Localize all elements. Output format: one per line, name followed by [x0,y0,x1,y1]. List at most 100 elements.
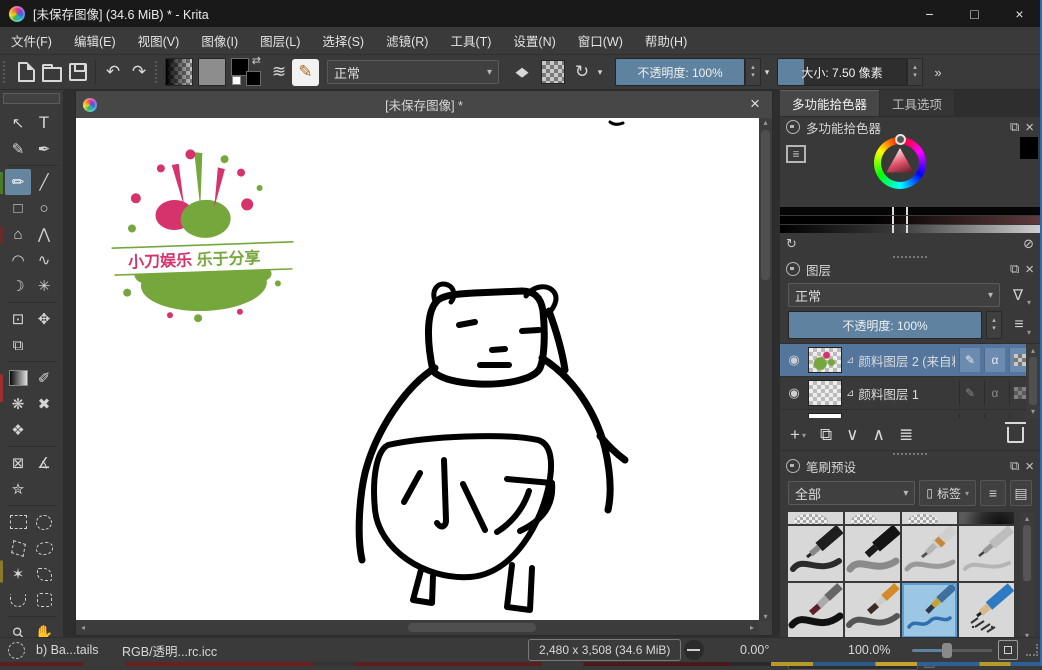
brush-preset-preview[interactable] [8,638,25,662]
tab-tool-options[interactable]: 工具选项 [879,90,954,116]
preset-menu-button[interactable]: ≡ [980,480,1006,506]
menu-window[interactable]: 窗口(W) [567,31,634,50]
move-layer-down-button[interactable]: ∨ [846,425,858,445]
reload-preset-button[interactable]: ↻ [569,59,595,85]
layer-row-paint2[interactable]: ◉ ⊿ 颜料图层 2 (来自粘贴) ✎ α [780,344,1030,377]
tool-gradient[interactable] [5,365,31,391]
brush-preset-thumbnail[interactable] [845,526,900,581]
tool-dynamic-brush[interactable]: ☽ [5,273,31,299]
spin-down-icon[interactable]: ▾ [913,72,917,80]
docker-lock-icon[interactable] [786,262,800,276]
scroll-right-icon[interactable]: ▸ [745,623,759,632]
blending-mode-combo[interactable]: 正常 ▾ [327,60,499,84]
eraser-mode-button[interactable]: ◆ [509,62,535,82]
layer-lock-icon[interactable]: ✎ [959,381,980,405]
shade-bar-1[interactable] [780,207,1040,215]
layer-row-paint1[interactable]: ◉ ⊿ 颜料图层 1 ✎ α [780,377,1030,410]
opacity-spinner[interactable]: ▴ ▾ [745,58,761,86]
layer-lock-icon[interactable] [959,414,980,418]
brush-size-spinner[interactable]: ▴ ▾ [907,58,923,86]
fg-bg-color-widget[interactable]: ⇄ [230,57,262,87]
no-color-icon[interactable]: ⊘ [1023,236,1034,252]
docker-lock-icon[interactable] [786,459,800,473]
tool-rectangle[interactable]: □ [5,195,31,221]
canvas-close-icon[interactable]: × [744,91,766,117]
swap-colors-icon[interactable]: ⇄ [252,54,261,67]
statusbar-color-profile[interactable]: RGB/透明...rc.icc [122,638,217,662]
brush-preset-thumbnail-selected[interactable] [902,583,957,638]
tool-edit-shapes[interactable]: ✎ [5,136,31,162]
brush-preset-thumbnail[interactable] [902,512,957,524]
save-button[interactable] [65,59,91,85]
brush-preset-thumbnail[interactable] [902,526,957,581]
shade-bar-2[interactable] [780,216,1040,224]
layer-menu-button[interactable]: ≡ ▾ [1006,313,1032,337]
float-docker-icon[interactable]: ⧉ [1010,261,1019,277]
close-docker-icon[interactable]: × [1025,119,1034,136]
tool-ellipse[interactable]: ○ [31,195,57,221]
tool-bezier-curve[interactable]: ◠ [5,247,31,273]
layer-list-scrollbar[interactable]: ▴ ▾ [1026,344,1040,418]
tool-fill[interactable]: ❖ [5,417,31,443]
spin-down-icon[interactable]: ▾ [992,325,996,333]
hscroll-thumb[interactable] [408,623,536,632]
layer-row-background[interactable]: ◉ ⊿ 背景 α [780,410,1030,418]
display-config-button[interactable]: ▤ [1010,480,1032,506]
canvas[interactable]: 小刀娱乐 乐于分享 [76,118,759,621]
statusbar-image-size[interactable]: 2,480 x 3,508 (34.6 MiB) [528,638,681,662]
undo-button[interactable]: ↶ [100,59,126,85]
tool-freehand-brush[interactable]: ✏ [5,169,31,195]
layer-visibility-icon[interactable]: ◉ [784,385,804,401]
layer-thumbnail[interactable] [808,347,842,373]
color-wheel[interactable] [874,137,926,189]
tool-poly-select[interactable] [5,535,31,561]
color-history-bars[interactable] [780,207,1040,234]
float-docker-icon[interactable]: ⧉ [1010,119,1019,135]
new-document-button[interactable] [13,59,39,85]
layer-name[interactable]: 颜料图层 1 [858,384,955,403]
hsv-triangle[interactable] [883,146,917,180]
float-docker-icon[interactable]: ⧉ [1010,458,1019,474]
shade-bar-3[interactable] [780,225,1040,233]
canvas-vscrollbar[interactable]: ▴ ▾ [759,118,772,621]
menu-view[interactable]: 视图(V) [127,31,191,50]
layer-visibility-icon[interactable]: ◉ [784,352,804,368]
close-button[interactable]: × [997,0,1042,27]
zoom-slider[interactable] [912,638,992,662]
scroll-up-icon[interactable]: ▴ [1027,346,1040,355]
hue-marker[interactable] [895,134,906,145]
tool-magic-wand-select[interactable]: ✶ [5,561,31,587]
tool-color-sampler[interactable]: ✐ [31,365,57,391]
menu-edit[interactable]: 编辑(E) [63,31,127,50]
layer-blend-mode-combo[interactable]: 正常 ▾ [788,283,1000,307]
layer-thumbnail[interactable] [808,413,842,418]
alpha-inherit-icon[interactable]: α [984,348,1005,372]
menu-filter[interactable]: 滤镜(R) [375,31,439,50]
background-color-swatch[interactable] [246,71,261,86]
preset-grid-scrollbar[interactable]: ▴ ▾ [1020,512,1034,642]
toolbar-overflow-button[interactable]: » [925,59,951,85]
close-docker-icon[interactable]: × [1025,261,1034,278]
current-color-swatch[interactable] [1020,137,1038,159]
layer-scroll-thumb[interactable] [1029,357,1037,405]
gradient-chooser[interactable] [165,58,193,86]
tool-pattern-edit[interactable]: ⊠ [5,450,31,476]
pattern-chooser[interactable] [198,58,226,86]
fit-canvas-button[interactable] [998,638,1018,662]
canvas-rotation-dial[interactable] [684,638,704,662]
menu-help[interactable]: 帮助(H) [634,31,698,50]
tool-colorize-mask[interactable]: ❋ [5,391,31,417]
brush-preset-thumbnail[interactable] [959,526,1014,581]
menu-image[interactable]: 图像(I) [190,31,249,50]
layer-lock-icon[interactable]: ✎ [959,348,980,372]
menu-settings[interactable]: 设置(N) [502,31,566,50]
menu-layer[interactable]: 图层(L) [249,31,311,50]
scroll-up-icon[interactable]: ▴ [1021,514,1034,523]
docker-lock-icon[interactable] [786,120,800,134]
chevron-down-icon[interactable]: ▾ [761,59,773,85]
zoom-slider-track[interactable] [912,649,992,652]
delete-layer-button[interactable] [1007,427,1024,443]
spin-up-icon[interactable]: ▴ [913,64,917,72]
brush-preset-thumbnail[interactable] [788,526,843,581]
menu-tools[interactable]: 工具(T) [439,31,502,50]
